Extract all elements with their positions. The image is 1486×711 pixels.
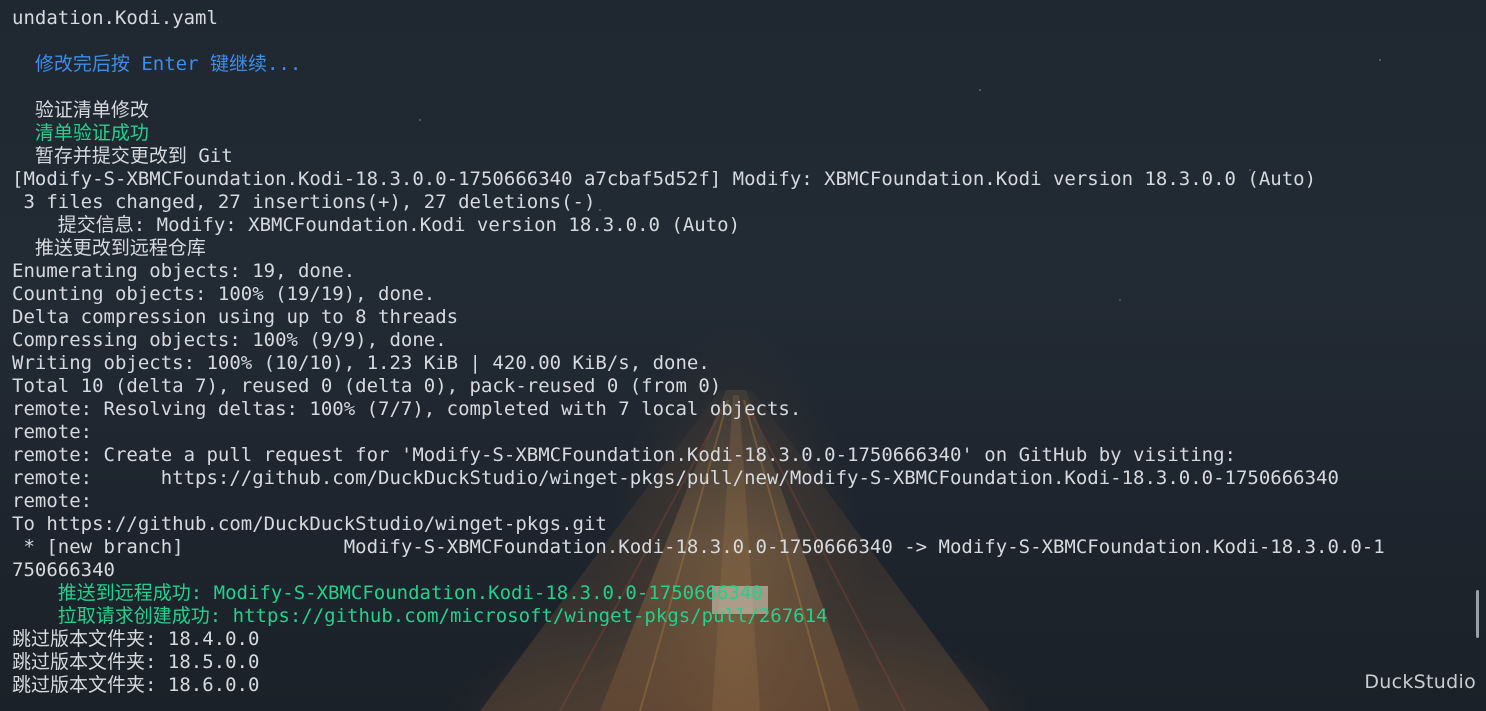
terminal-line: [Modify-S-XBMCFoundation.Kodi-18.3.0.0-1… <box>12 168 1317 190</box>
terminal-line: remote: https://github.com/DuckDuckStudi… <box>12 467 1339 489</box>
terminal-line: undation.Kodi.yaml <box>12 7 218 29</box>
terminal-line: Total 10 (delta 7), reused 0 (delta 0), … <box>12 375 722 397</box>
terminal-line: To https://github.com/DuckDuckStudio/win… <box>12 513 607 535</box>
terminal-line: 750666340 <box>12 559 115 581</box>
terminal-line: Counting objects: 100% (19/19), done. <box>12 283 436 305</box>
terminal-output: undation.Kodi.yaml 修改完后按 Enter 键继续... 验证… <box>12 7 1466 697</box>
terminal-line: 跳过版本文件夹: 18.6.0.0 <box>12 674 260 696</box>
terminal-line: remote: Resolving deltas: 100% (7/7), co… <box>12 398 802 420</box>
terminal-line: 修改完后按 Enter 键继续... <box>12 53 302 75</box>
terminal-line: 推送到远程成功: Modify-S-XBMCFoundation.Kodi-18… <box>12 582 763 604</box>
terminal-line: 跳过版本文件夹: 18.4.0.0 <box>12 628 260 650</box>
terminal-line: remote: <box>12 490 93 512</box>
terminal-line: 拉取请求创建成功: https://github.com/microsoft/w… <box>12 605 828 627</box>
terminal-line: 提交信息: Modify: XBMCFoundation.Kodi versio… <box>12 214 741 236</box>
watermark: DuckStudio <box>1364 671 1476 693</box>
terminal-line: * [new branch] Modify-S-XBMCFoundation.K… <box>12 536 1385 558</box>
terminal-line: 验证清单修改 <box>12 99 149 121</box>
terminal-line: Delta compression using up to 8 threads <box>12 306 459 328</box>
terminal-line: 3 files changed, 27 insertions(+), 27 de… <box>12 191 596 213</box>
terminal-line: 推送更改到远程仓库 <box>12 237 206 259</box>
terminal-line: Compressing objects: 100% (9/9), done. <box>12 329 447 351</box>
terminal-line: 跳过版本文件夹: 18.5.0.0 <box>12 651 260 673</box>
terminal-line: remote: Create a pull request for 'Modif… <box>12 444 1236 466</box>
terminal-window[interactable]: undation.Kodi.yaml 修改完后按 Enter 键继续... 验证… <box>0 0 1486 711</box>
terminal-line: Writing objects: 100% (10/10), 1.23 KiB … <box>12 352 710 374</box>
terminal-line: remote: <box>12 421 93 443</box>
terminal-line: Enumerating objects: 19, done. <box>12 260 356 282</box>
scrollbar-thumb[interactable] <box>1476 590 1479 638</box>
terminal-line: 清单验证成功 <box>12 122 149 144</box>
terminal-line: 暂存并提交更改到 Git <box>12 145 233 167</box>
